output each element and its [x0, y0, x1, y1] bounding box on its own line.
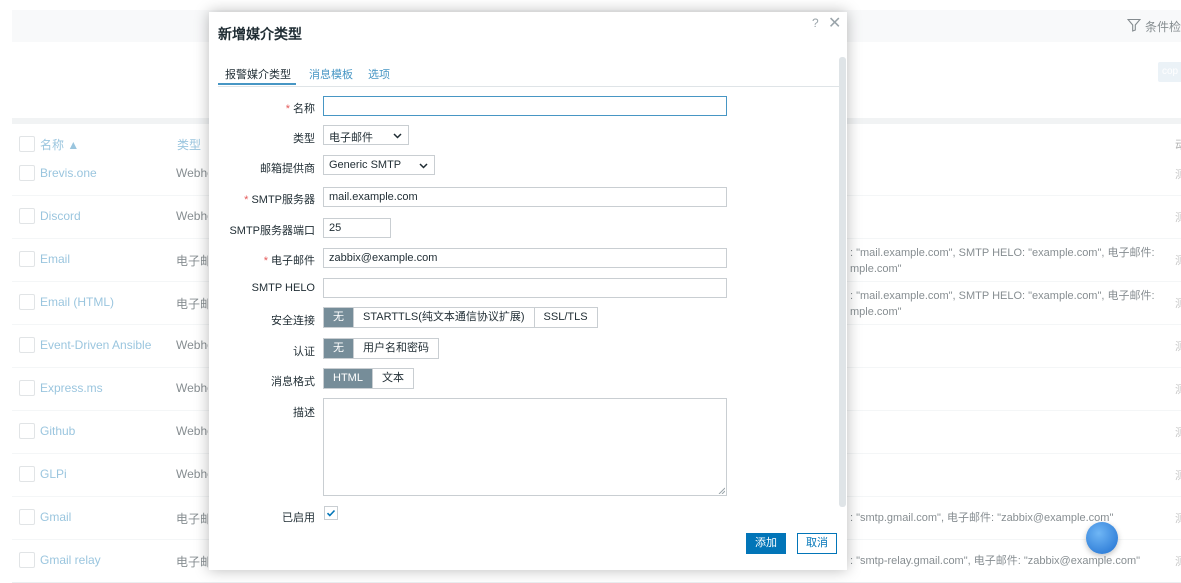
- active-tab-indicator: [218, 83, 296, 85]
- security-option-ssl-tls[interactable]: SSL/TLS: [533, 308, 597, 327]
- security-option-starttls[interactable]: STARTTLS(纯文本通信协议扩展): [353, 308, 534, 327]
- email-input[interactable]: [323, 248, 727, 268]
- tab-media-type[interactable]: 报警媒介类型: [225, 66, 291, 82]
- enabled-checkbox[interactable]: [324, 506, 338, 520]
- email-label: * 电子邮件: [263, 255, 315, 267]
- name-input[interactable]: [323, 96, 727, 116]
- security-segmented-control: 无 STARTTLS(纯文本通信协议扩展) SSL/TLS: [323, 307, 598, 328]
- smtp-port-label: SMTP服务器端口: [229, 225, 315, 237]
- provider-label: 邮箱提供商: [260, 163, 315, 175]
- required-mark: *: [285, 103, 290, 115]
- tab-options[interactable]: 选项: [368, 66, 390, 82]
- provider-select[interactable]: Generic SMTP: [323, 155, 435, 175]
- tab-divider: [218, 86, 839, 87]
- floating-assistant-button[interactable]: [1086, 522, 1118, 554]
- provider-select-value: Generic SMTP: [329, 159, 402, 171]
- description-textarea[interactable]: [323, 398, 727, 496]
- new-media-type-dialog: 新增媒介类型 ? ✕ 报警媒介类型 消息模板 选项 * 名称 类型 电子邮件 邮箱…: [209, 12, 847, 570]
- security-option-none[interactable]: 无: [324, 308, 353, 327]
- auth-option-username-password[interactable]: 用户名和密码: [353, 339, 438, 358]
- checkmark-icon: [326, 509, 336, 517]
- smtp-helo-label: SMTP HELO: [251, 282, 315, 294]
- format-option-text[interactable]: 文本: [371, 369, 413, 388]
- auth-segmented-control: 无 用户名和密码: [323, 338, 439, 359]
- required-mark: *: [263, 255, 268, 267]
- auth-label: 认证: [293, 346, 315, 358]
- security-label: 安全连接: [271, 315, 315, 327]
- cancel-button[interactable]: 取消: [797, 533, 837, 554]
- dialog-title: 新增媒介类型: [218, 26, 302, 42]
- type-select-value: 电子邮件: [329, 132, 373, 144]
- type-select[interactable]: 电子邮件: [323, 125, 409, 145]
- smtp-server-input[interactable]: [323, 187, 727, 207]
- description-label: 描述: [293, 407, 315, 419]
- smtp-port-input[interactable]: [323, 218, 391, 238]
- smtp-server-label: * SMTP服务器: [244, 194, 315, 206]
- chevron-down-icon: [393, 133, 402, 139]
- format-segmented-control: HTML 文本: [323, 368, 414, 389]
- close-icon[interactable]: ✕: [828, 13, 841, 33]
- smtp-helo-input[interactable]: [323, 278, 727, 298]
- format-label: 消息格式: [271, 376, 315, 388]
- add-button[interactable]: 添加: [746, 533, 786, 554]
- format-option-html[interactable]: HTML: [324, 369, 372, 388]
- required-mark: *: [244, 194, 249, 206]
- dialog-scrollbar[interactable]: [839, 57, 846, 507]
- chevron-down-icon: [419, 163, 428, 169]
- type-label: 类型: [293, 133, 315, 145]
- auth-option-none[interactable]: 无: [324, 339, 353, 358]
- resize-grip-icon[interactable]: [718, 487, 725, 494]
- enabled-label: 已启用: [282, 512, 315, 524]
- name-label: * 名称: [285, 103, 315, 115]
- tab-message-templates[interactable]: 消息模板: [309, 66, 353, 82]
- help-icon[interactable]: ?: [812, 16, 819, 30]
